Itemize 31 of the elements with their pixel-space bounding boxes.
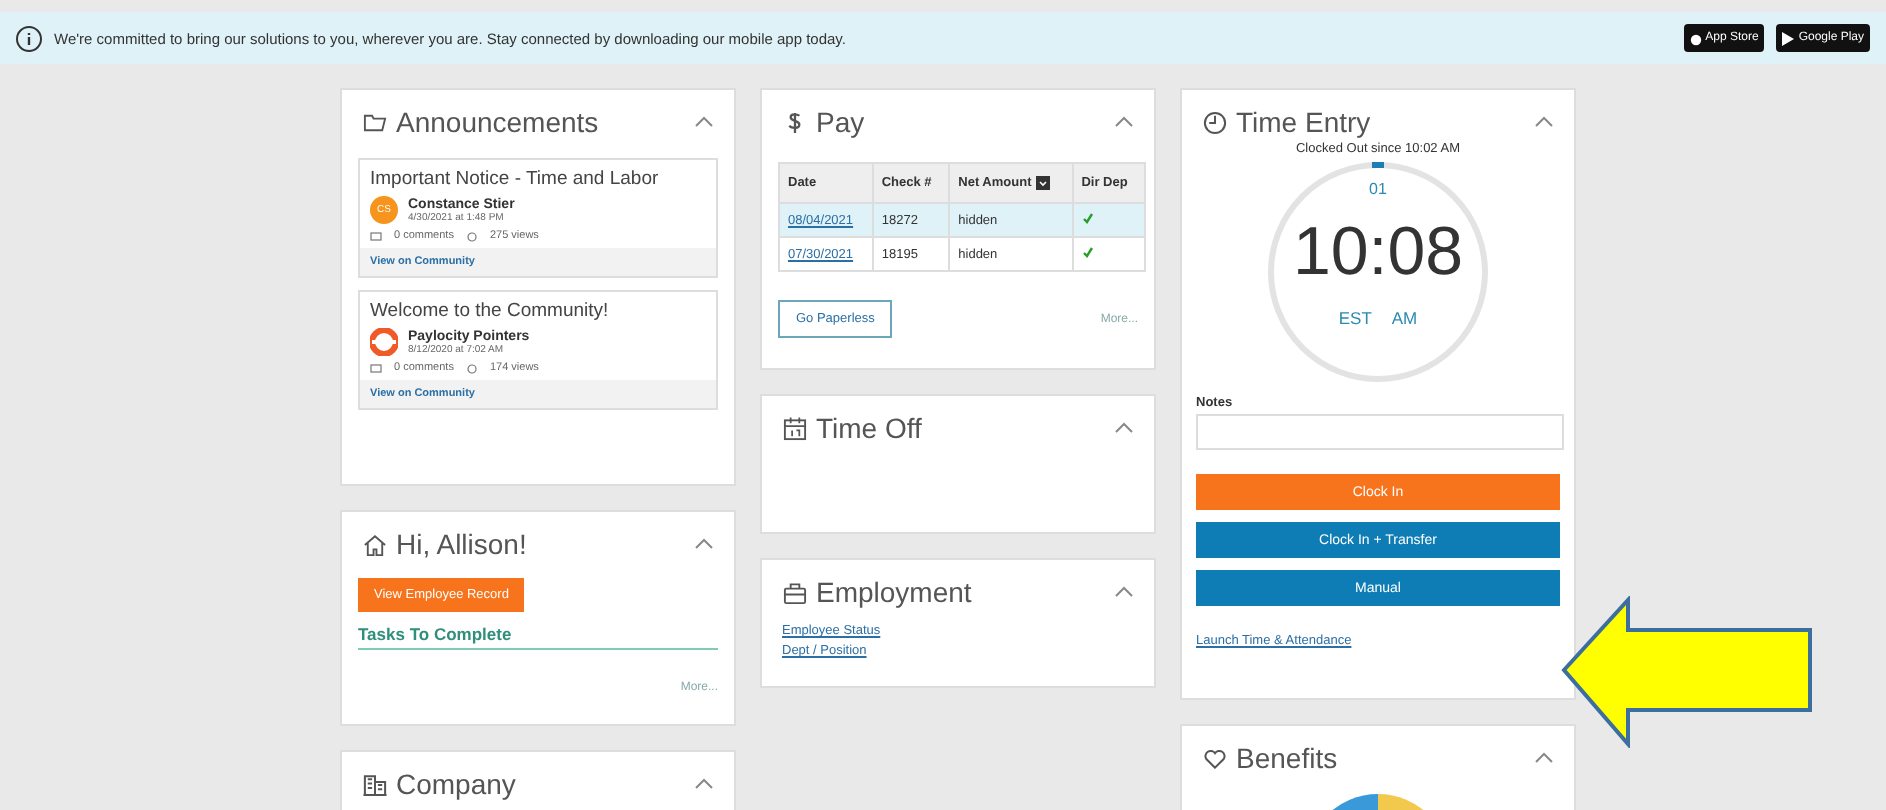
comment-icon <box>370 363 382 373</box>
eye-icon <box>465 231 478 241</box>
collapse-icon[interactable] <box>1114 116 1134 128</box>
collapse-icon[interactable] <box>1114 586 1134 598</box>
card-title: Pay <box>816 106 867 138</box>
time-reading: 10:08 <box>1292 214 1464 292</box>
post-title: Welcome to the Community! <box>368 298 611 326</box>
tasks-heading: Tasks To Complete <box>358 612 718 650</box>
notes-field[interactable] <box>1196 414 1564 450</box>
card-title: Company <box>396 768 518 800</box>
collapse-icon[interactable] <box>1114 422 1134 434</box>
card-title: Time Entry <box>1236 106 1373 138</box>
collapse-icon[interactable] <box>694 778 714 790</box>
collapse-icon[interactable] <box>1534 116 1554 128</box>
post-title: Important Notice - Time and Labor <box>368 166 661 194</box>
logo-icon <box>370 328 398 356</box>
seconds-reading: 01 <box>1369 180 1387 198</box>
card-title: Announcements <box>396 106 601 138</box>
meridiem-label: AM <box>1391 308 1418 328</box>
collapse-icon[interactable] <box>694 116 714 128</box>
collapse-icon[interactable] <box>1534 752 1554 764</box>
card-title: Hi, Allison! <box>396 528 529 560</box>
card-title: Employment <box>816 576 974 608</box>
info-icon <box>16 25 42 51</box>
timezone-label: EST <box>1338 308 1372 328</box>
dropdown-icon[interactable] <box>1035 176 1050 190</box>
comment-icon <box>370 231 382 241</box>
card-title: Benefits <box>1236 742 1340 774</box>
card-title: Time Off <box>816 412 924 444</box>
eye-icon <box>465 363 478 373</box>
collapse-icon[interactable] <box>694 538 714 550</box>
